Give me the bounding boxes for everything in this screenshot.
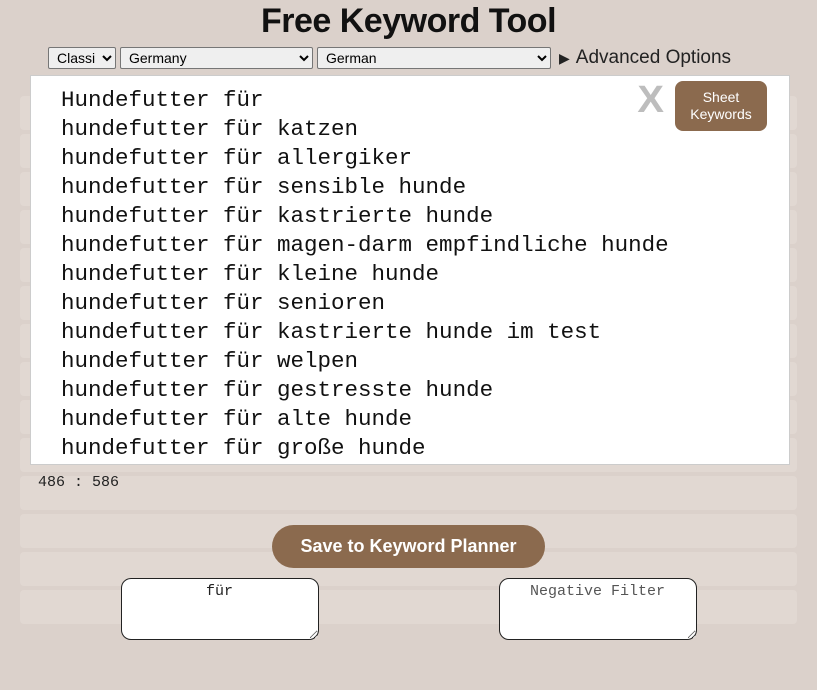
- advanced-options-label: Advanced Options: [576, 47, 731, 69]
- sheet-keywords-button[interactable]: Sheet Keywords: [675, 81, 767, 131]
- results-textarea[interactable]: [30, 75, 790, 465]
- positive-filter-input[interactable]: [121, 578, 319, 640]
- controls-row: Classic Germany German ▶ Advanced Option…: [0, 47, 817, 75]
- advanced-options-toggle[interactable]: ▶ Advanced Options: [559, 47, 731, 69]
- country-select[interactable]: Germany: [120, 47, 313, 69]
- mode-select[interactable]: Classic: [48, 47, 116, 69]
- result-counter: 486 : 586: [38, 474, 817, 491]
- language-select[interactable]: German: [317, 47, 551, 69]
- save-to-keyword-planner-button[interactable]: Save to Keyword Planner: [272, 525, 544, 568]
- save-row: Save to Keyword Planner: [0, 525, 817, 568]
- close-icon[interactable]: X: [637, 81, 664, 119]
- results-container: X Sheet Keywords: [30, 75, 787, 470]
- triangle-right-icon: ▶: [559, 50, 570, 67]
- filter-row: [0, 578, 817, 640]
- negative-filter-input[interactable]: [499, 578, 697, 640]
- page-title: Free Keyword Tool: [0, 2, 817, 41]
